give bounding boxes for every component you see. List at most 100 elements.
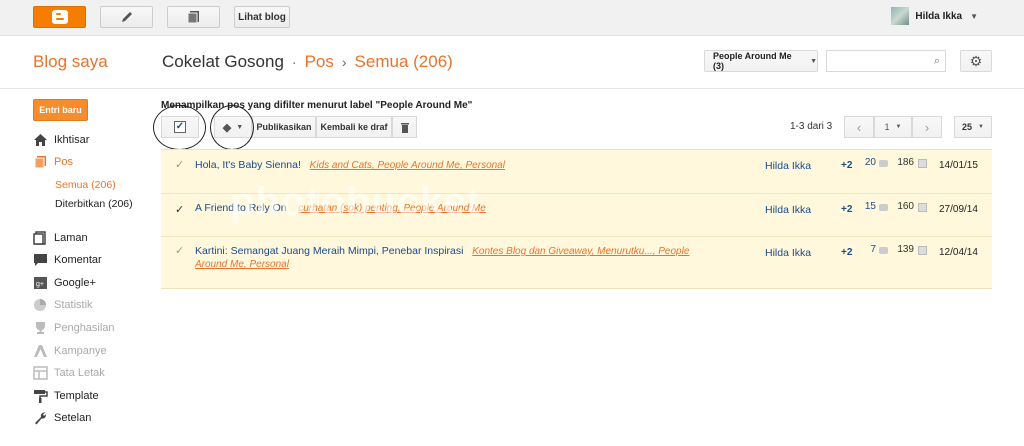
post-author[interactable]: Hilda Ikka [765,204,811,216]
breadcrumb-separator: · [291,54,297,70]
google-plus-icon: g+ [34,277,47,289]
sidebar-item-overview[interactable]: Ikhtisar [33,133,89,147]
stats-icon [34,299,46,311]
sidebar-item-campaign[interactable]: Kampanye [33,344,107,358]
per-page-select[interactable]: 25 ▼ [954,116,992,138]
settings-gear-button[interactable]: ⚙ [960,50,992,72]
avatar [891,7,910,25]
trophy-icon [36,322,45,334]
sidebar-item-comments[interactable]: Komentar [33,253,102,267]
blogger-logo-button[interactable] [33,6,86,28]
sidebar-item-earnings[interactable]: Penghasilan [33,321,115,335]
watermark: photobucket [230,180,481,224]
sidebar-item-label: Tata Letak [54,367,105,379]
publish-button[interactable]: Publikasikan [252,116,316,138]
sidebar-item-label: Ikhtisar [54,134,90,146]
comments-icon [34,254,47,266]
sidebar-subitem-published[interactable]: Diterbitkan (206) [55,198,133,210]
post-author[interactable]: Hilda Ikka [765,160,811,172]
post-author[interactable]: Hilda Ikka [765,247,811,259]
sidebar-item-label: Laman [54,232,88,244]
sidebar-subitem-all[interactable]: Semua (206) [55,179,116,191]
pages-icon [33,231,46,245]
post-title-line: Kartini: Semangat Juang Meraih Mimpi, Pe… [195,245,689,257]
chart-icon[interactable] [918,203,927,212]
chart-icon[interactable] [918,159,927,168]
sidebar-item-posts[interactable]: Pos [33,155,73,169]
next-page-button[interactable]: › [912,116,942,138]
sidebar-item-label: Google+ [54,277,96,289]
chart-icon[interactable] [918,246,927,255]
wrench-icon [35,412,46,425]
page-number-select[interactable]: 1 ▼ [874,116,912,138]
filter-message: Menampilkan pos yang difilter menurut la… [161,100,473,111]
post-title[interactable]: Kartini: Semangat Juang Meraih Mimpi, Pe… [195,245,463,257]
sidebar-item-template[interactable]: Template [33,389,99,403]
sidebar-item-label: Pos [54,156,73,168]
new-post-pencil-button[interactable] [100,6,153,28]
brand-title[interactable]: Blog saya [33,52,108,72]
post-date: 14/01/15 [939,160,978,171]
previous-page-button[interactable]: ‹ [844,116,874,138]
sidebar-item-google-plus[interactable]: g+ Google+ [33,276,96,290]
chevron-down-icon: ▼ [978,124,984,130]
sidebar-item-settings[interactable]: Setelan [33,411,91,425]
user-name: Hilda Ikka [915,10,963,22]
sidebar-item-label: Penghasilan [54,322,115,334]
row-checkbox[interactable]: ✓ [175,244,184,257]
sidebar-item-stats[interactable]: Statistik [33,298,93,312]
campaign-icon [34,345,47,357]
comment-count[interactable]: 20 [846,157,876,168]
post-tags-continued[interactable]: Around Me, Personal [195,259,289,270]
post-date: 12/04/14 [939,247,978,258]
user-menu[interactable]: Hilda Ikka ▼ [891,7,978,25]
breadcrumb: Cokelat Gosong · Pos › Semua (206) [162,52,453,72]
sidebar-item-pages[interactable]: Laman [33,231,88,245]
sidebar-item-label: Template [54,390,99,402]
sidebar-item-label: Komentar [54,254,102,266]
sidebar-item-layout[interactable]: Tata Letak [33,366,105,380]
chevron-right-icon: › [924,119,930,135]
revert-to-draft-button[interactable]: Kembali ke draf [316,116,392,138]
comment-count[interactable]: 7 [846,244,876,255]
breadcrumb-filter: Semua (206) [354,52,453,71]
blogger-icon [51,10,68,24]
chevron-left-icon: ‹ [856,119,862,135]
breadcrumb-separator: › [341,54,347,70]
paint-roller-icon [34,390,48,403]
new-post-button[interactable]: Entri baru [33,99,88,121]
post-title-line: Hola, It's Baby Sienna! Kids and Cats, P… [195,159,505,171]
post-title[interactable]: Hola, It's Baby Sienna! [195,159,301,171]
post-tags[interactable]: Kids and Cats, People Around Me, Persona… [310,160,505,171]
annotation-circle [153,105,206,150]
top-bar: Lihat blog Hilda Ikka ▼ [0,0,1024,36]
comment-bubble-icon [879,247,888,254]
gear-icon: ⚙ [969,52,983,69]
search-icon: ⌕ [933,55,940,67]
view-count: 186 [897,157,914,168]
comment-count[interactable]: 15 [846,201,876,212]
label-filter-dropdown[interactable]: People Around Me (3) ▼ [704,50,818,72]
breadcrumb-posts[interactable]: Pos [305,52,334,72]
view-count: 139 [897,244,914,255]
home-icon [34,134,47,146]
page-number-value: 1 [884,122,890,132]
table-row[interactable]: ✓ Kartini: Semangat Juang Meraih Mimpi, … [161,236,992,290]
posts-icon [187,11,199,24]
sidebar-item-label: Statistik [54,299,93,311]
label-filter-value: People Around Me (3) [713,51,792,71]
search-input[interactable]: ⌕ [826,50,946,72]
svg-text:g+: g+ [36,281,44,288]
blog-name: Cokelat Gosong [162,52,284,71]
sidebar-item-label: Kampanye [54,345,107,357]
sidebar-item-label: Setelan [54,412,92,424]
comment-bubble-icon [879,204,888,211]
posts-list-button[interactable] [167,6,220,28]
chevron-down-icon: ▼ [895,124,902,130]
row-checkbox[interactable]: ✓ [175,158,184,171]
post-tags[interactable]: Kontes Blog dan Giveaway, Menurutku..., … [472,246,689,257]
delete-button[interactable] [392,116,417,138]
header-divider [0,88,1024,89]
row-checkbox[interactable]: ✓ [175,203,184,216]
view-blog-button[interactable]: Lihat blog [234,6,290,28]
